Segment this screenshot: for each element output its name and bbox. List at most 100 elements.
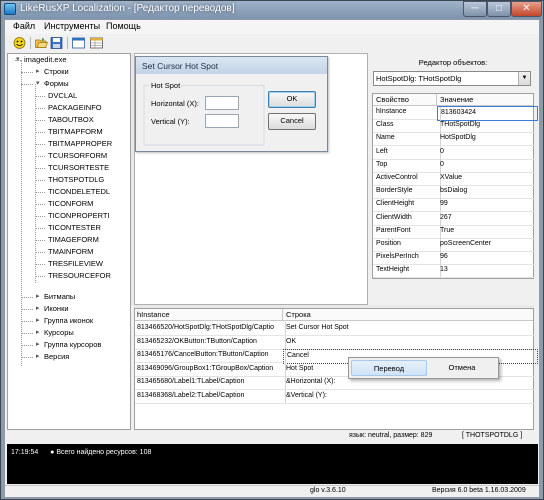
menu-tools[interactable]: Инструменты bbox=[44, 21, 100, 31]
tree-form-item[interactable]: TMAINFORM bbox=[48, 247, 93, 258]
property-name[interactable]: ClientHeight bbox=[373, 198, 441, 213]
expand-icon[interactable]: ▸ bbox=[36, 305, 42, 312]
vertical-input[interactable] bbox=[205, 114, 239, 128]
property-value[interactable]: XValue bbox=[437, 172, 536, 186]
tree-form-item[interactable]: TCURSORFORM bbox=[48, 151, 107, 162]
tree-resource-group[interactable]: Версия bbox=[44, 352, 69, 363]
maximize-button[interactable]: □ bbox=[487, 1, 511, 17]
expand-icon[interactable]: ▸ bbox=[36, 353, 42, 360]
property-value[interactable]: 99 bbox=[437, 198, 536, 213]
property-value[interactable]: 0 bbox=[437, 159, 536, 173]
table-row-string[interactable]: Set Cursor Hot Spot bbox=[283, 322, 536, 336]
property-name[interactable]: PixelsPerInch bbox=[373, 251, 441, 266]
expand-icon[interactable]: ▸ bbox=[36, 341, 42, 348]
tree-form-item[interactable]: TABOUTBOX bbox=[48, 115, 94, 126]
horizontal-input[interactable] bbox=[205, 96, 239, 110]
tree-form-item[interactable]: TBITMAPFORM bbox=[48, 127, 103, 138]
tree-form-item[interactable]: TICONPROPERTI bbox=[48, 211, 110, 222]
table-row-string[interactable]: &Vertical (Y): bbox=[283, 390, 536, 404]
string-column-header[interactable]: Строка bbox=[283, 309, 533, 321]
hotspot-groupbox bbox=[143, 85, 265, 146]
table-icon[interactable] bbox=[90, 37, 103, 49]
expand-icon[interactable]: ▸ bbox=[36, 293, 42, 300]
table-row-instance[interactable]: 813468368/Label2:TLabel/Caption bbox=[135, 389, 286, 404]
tree-form-item[interactable]: THOTSPOTDLG bbox=[48, 175, 104, 186]
tree-resource-group[interactable]: Группа иконок bbox=[44, 316, 93, 327]
expand-icon[interactable]: ▸ bbox=[36, 317, 42, 324]
property-value[interactable]: True bbox=[437, 225, 536, 239]
info-bar bbox=[7, 430, 538, 444]
toolbar-separator bbox=[30, 37, 31, 49]
table-row-string[interactable]: OK bbox=[283, 336, 536, 350]
smiley-icon[interactable] bbox=[13, 37, 26, 49]
ok-button[interactable]: OK bbox=[268, 91, 316, 108]
tree-resource-group[interactable]: Группа курсоров bbox=[44, 340, 101, 351]
tree-form-item[interactable]: DVCLAL bbox=[48, 91, 77, 102]
bullet-icon: ● bbox=[50, 449, 55, 456]
translate-menu-item[interactable]: Перевод bbox=[351, 360, 427, 376]
language-size-info: язык: neutral, размер: 829 bbox=[349, 432, 433, 439]
property-column-header[interactable]: Свойство bbox=[373, 94, 437, 106]
table-row-instance[interactable]: 813469096/GroupBox1:TGroupBox/Caption bbox=[135, 362, 286, 377]
tree-resource-group[interactable]: Битмапы bbox=[44, 292, 75, 303]
property-name[interactable]: hInstance bbox=[373, 106, 441, 120]
close-button[interactable]: ✕ bbox=[511, 1, 542, 17]
resource-tree[interactable]: ▾ imagedit.exe ▸ Строки ▾ Формы DVCLAL PA… bbox=[7, 53, 131, 430]
tree-form-item[interactable]: TICONTESTER bbox=[48, 223, 101, 234]
save-icon[interactable] bbox=[50, 37, 63, 49]
tree-form-item[interactable]: TICONDELETEDL bbox=[48, 187, 110, 198]
toolbar-separator bbox=[67, 37, 68, 49]
property-value[interactable]: bsDialog bbox=[437, 185, 536, 200]
tree-root[interactable]: imagedit.exe bbox=[24, 55, 67, 66]
menu-help[interactable]: Помощь bbox=[106, 21, 141, 31]
tree-form-item[interactable]: TBITMAPPROPER bbox=[48, 139, 112, 150]
collapse-icon[interactable]: ▾ bbox=[16, 56, 22, 63]
tree-form-item[interactable]: TIMAGEFORM bbox=[48, 235, 99, 246]
property-name[interactable]: Top bbox=[373, 158, 441, 173]
window-icon[interactable] bbox=[72, 37, 85, 49]
property-name[interactable]: Class bbox=[373, 119, 441, 134]
log-entry: 17:19:54 ● Всего найдено ресурсов: 108 bbox=[11, 449, 151, 456]
table-row-instance[interactable]: 813465176/CancelButton:TButton/Caption bbox=[135, 349, 286, 363]
tree-strings[interactable]: Строки bbox=[44, 67, 69, 78]
property-value[interactable]: poScreenCenter bbox=[437, 238, 536, 252]
value-column-header[interactable]: Значение bbox=[437, 94, 533, 106]
expand-icon[interactable]: ▸ bbox=[36, 68, 42, 75]
expand-icon[interactable]: ▸ bbox=[36, 329, 42, 336]
property-value[interactable]: 267 bbox=[437, 212, 536, 226]
menu-file[interactable]: Файл bbox=[13, 21, 35, 31]
tree-form-item[interactable]: TRESOURCEFOR bbox=[48, 271, 111, 282]
property-value[interactable]: 0 bbox=[437, 146, 536, 160]
property-name[interactable]: BorderStyle bbox=[373, 185, 441, 200]
tree-form-item[interactable]: TRESFILEVIEW bbox=[48, 259, 103, 270]
tree-form-item[interactable]: TCURSORTESTE bbox=[48, 163, 109, 174]
tree-resource-group[interactable]: Курсоры bbox=[44, 328, 74, 339]
property-value[interactable]: THotSpotDlg bbox=[437, 119, 536, 134]
property-name[interactable]: Name bbox=[373, 132, 441, 147]
property-name[interactable]: ParentFont bbox=[373, 224, 441, 239]
tree-form-item[interactable]: TICONFORM bbox=[48, 199, 93, 210]
property-value[interactable]: HotSpotDlg bbox=[437, 132, 536, 147]
table-row-instance[interactable]: 813465232/OKButton:TButton/Caption bbox=[135, 335, 286, 350]
tree-forms[interactable]: Формы bbox=[44, 79, 69, 90]
chevron-down-icon[interactable]: ▼ bbox=[518, 72, 530, 85]
property-name[interactable]: Position bbox=[373, 238, 441, 252]
cancel-button[interactable]: Cancel bbox=[268, 113, 316, 130]
log-time: 17:19:54 bbox=[11, 449, 39, 456]
minimize-button[interactable]: ─ bbox=[463, 1, 487, 17]
cancel-menu-item[interactable]: Отмена bbox=[428, 360, 496, 376]
property-name[interactable]: ClientWidth bbox=[373, 211, 441, 226]
open-folder-icon[interactable] bbox=[35, 37, 48, 49]
instance-column-header[interactable]: hInstance bbox=[135, 309, 283, 321]
tree-resource-group[interactable]: Иконки bbox=[44, 304, 69, 315]
property-name[interactable]: ActiveControl bbox=[373, 172, 441, 186]
property-value[interactable]: 13 bbox=[437, 264, 536, 279]
property-name[interactable]: Left bbox=[373, 145, 441, 160]
table-row-instance[interactable]: 813465680/Label1:TLabel/Caption bbox=[135, 376, 286, 390]
tree-form-item[interactable]: PACKAGEINFO bbox=[48, 103, 102, 114]
property-name[interactable]: TextHeight bbox=[373, 264, 441, 279]
property-value[interactable]: 96 bbox=[437, 251, 536, 266]
collapse-icon[interactable]: ▾ bbox=[36, 80, 42, 87]
dialog-title: Set Cursor Hot Spot bbox=[142, 61, 219, 71]
table-row-instance[interactable]: 813466520/HotSpotDlg:THotSpotDlg/Captio bbox=[135, 322, 286, 336]
